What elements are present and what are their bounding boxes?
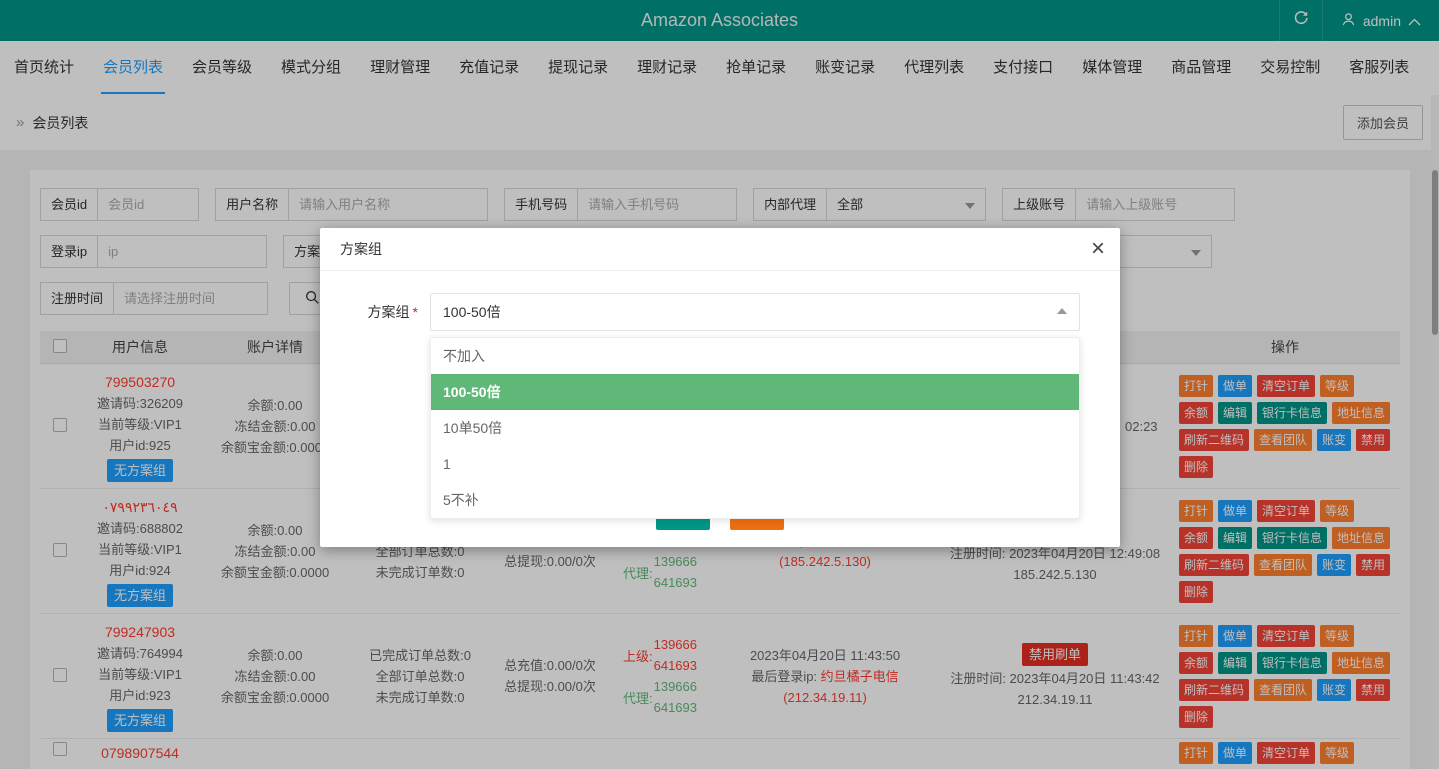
required-mark: * xyxy=(413,304,418,320)
dropdown-option[interactable]: 1 xyxy=(431,446,1079,482)
chevron-up-icon xyxy=(1057,308,1067,314)
dropdown-option[interactable]: 100-50倍 xyxy=(431,374,1079,410)
dropdown-option[interactable]: 5不补 xyxy=(431,482,1079,518)
plan-group-select[interactable]: 100-50倍 xyxy=(430,293,1080,331)
plan-group-field-label: 方案组 xyxy=(368,304,410,320)
close-icon[interactable]: × xyxy=(1091,234,1105,264)
plan-group-select-value: 100-50倍 xyxy=(443,304,501,320)
modal-title: 方案组 xyxy=(340,241,382,257)
dropdown-option[interactable]: 不加入 xyxy=(431,338,1079,374)
plan-group-dropdown: 不加入100-50倍10单50倍15不补 xyxy=(430,337,1080,519)
dropdown-option[interactable]: 10单50倍 xyxy=(431,410,1079,446)
